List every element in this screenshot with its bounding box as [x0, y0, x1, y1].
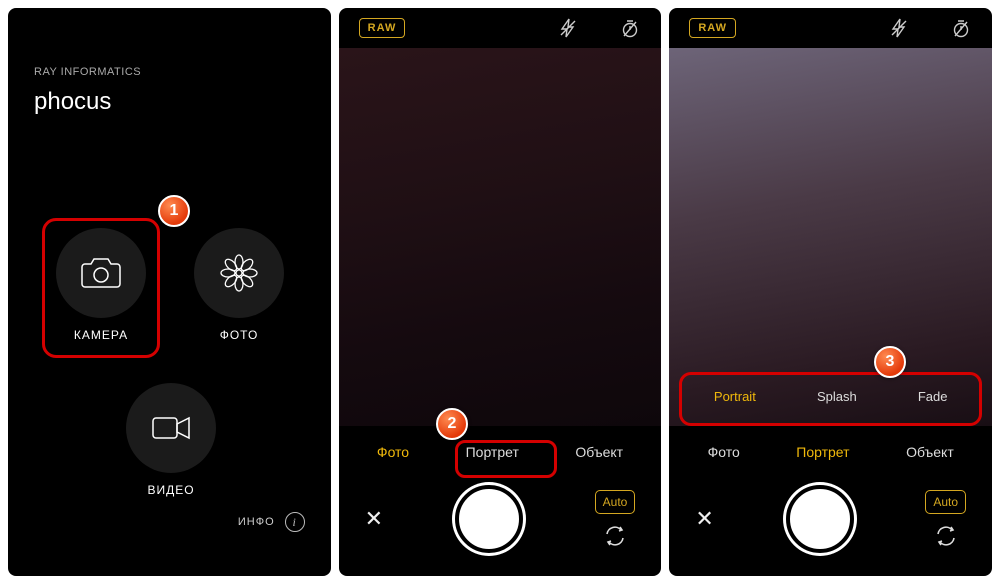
mode-photo[interactable]: Фото: [708, 444, 740, 460]
info-label: ИНФО: [238, 516, 275, 528]
mode-object[interactable]: Объект: [906, 444, 954, 460]
screen-app-home: RAY INFORMATICS phocus КАМЕРА: [8, 8, 331, 576]
menu-video[interactable]: ВИДЕО: [126, 383, 216, 497]
camera-topbar: RAW: [339, 8, 662, 48]
flash-icon[interactable]: [557, 17, 579, 39]
callout-1: 1: [158, 195, 190, 227]
mode-portrait[interactable]: Портрет: [796, 444, 849, 460]
auto-toggle[interactable]: Auto: [925, 490, 966, 514]
video-icon: [126, 383, 216, 473]
highlight-portrait-mode: [455, 440, 557, 478]
viewfinder: [339, 48, 662, 426]
menu-photo-label: ФОТО: [220, 328, 259, 342]
mode-photo[interactable]: Фото: [377, 444, 409, 460]
close-button[interactable]: ✕: [365, 506, 383, 532]
close-button[interactable]: ✕: [695, 506, 713, 532]
highlight-camera: [42, 218, 160, 358]
switch-camera-icon[interactable]: [603, 524, 627, 548]
mode-selector[interactable]: Фото Портрет Объект: [669, 430, 992, 474]
camera-topbar: RAW: [669, 8, 992, 48]
camera-bottom-bar: ✕ Auto: [669, 476, 992, 576]
camera-bottom-bar: ✕ Auto: [339, 476, 662, 576]
developer-label: RAY INFORMATICS: [34, 66, 141, 78]
auto-toggle[interactable]: Auto: [595, 490, 636, 514]
shutter-button[interactable]: [455, 485, 523, 553]
info-icon: i: [285, 512, 305, 532]
raw-toggle[interactable]: RAW: [689, 18, 736, 38]
switch-camera-icon[interactable]: [934, 524, 958, 548]
raw-toggle[interactable]: RAW: [359, 18, 406, 38]
flash-icon[interactable]: [888, 17, 910, 39]
flower-icon: [194, 228, 284, 318]
screen-camera-modes: RAW Фото Портрет Объект ✕ Auto: [339, 8, 662, 576]
timer-icon[interactable]: [619, 17, 641, 39]
timer-icon[interactable]: [950, 17, 972, 39]
mode-object[interactable]: Объект: [575, 444, 623, 460]
app-title: phocus: [34, 88, 111, 116]
callout-3: 3: [874, 346, 906, 378]
viewfinder: [669, 48, 992, 426]
shutter-button[interactable]: [786, 485, 854, 553]
screen-camera-submodes: RAW Portrait Splash Fade Фото Портрет Об…: [669, 8, 992, 576]
menu-photo[interactable]: ФОТО: [194, 228, 284, 342]
highlight-submodes: [679, 372, 982, 426]
menu-video-label: ВИДЕО: [147, 483, 194, 497]
info-button[interactable]: ИНФО i: [238, 512, 305, 532]
callout-2: 2: [436, 408, 468, 440]
